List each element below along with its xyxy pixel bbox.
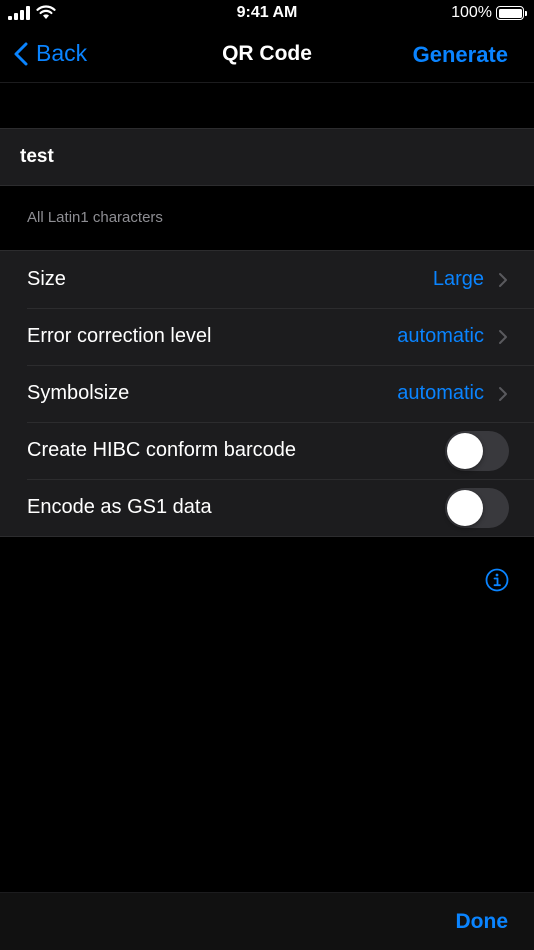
gs1-toggle[interactable]	[445, 487, 509, 528]
size-label: Size	[27, 268, 66, 290]
symbolsize-row[interactable]: Symbolsize automatic	[0, 365, 534, 422]
gs1-label: Encode as GS1 data	[27, 496, 212, 518]
bottom-toolbar: Done	[0, 892, 534, 950]
chevron-right-icon	[499, 329, 507, 344]
nav-bar: Back QR Code Generate	[0, 28, 534, 83]
battery-percent: 100%	[451, 4, 492, 21]
size-value: Large	[432, 268, 484, 290]
section-footer-note: All Latin1 characters	[27, 209, 163, 226]
done-button[interactable]: Done	[456, 910, 509, 934]
content-input-row	[0, 128, 534, 186]
content-input[interactable]	[20, 129, 510, 185]
error-correction-row[interactable]: Error correction level automatic	[0, 308, 534, 365]
chevron-right-icon	[499, 272, 507, 287]
error-correction-label: Error correction level	[27, 325, 212, 347]
hibc-label: Create HIBC conform barcode	[27, 439, 297, 461]
toggle-knob	[447, 489, 483, 526]
status-bar: 9:41 AM 100%	[0, 0, 534, 28]
status-right: 100%	[451, 4, 527, 22]
gs1-row: Encode as GS1 data	[0, 479, 534, 536]
error-correction-value: automatic	[397, 325, 484, 347]
battery-icon	[496, 6, 527, 20]
symbolsize-label: Symbolsize	[27, 382, 130, 404]
hibc-toggle[interactable]	[445, 430, 509, 471]
settings-list: Size Large Error correction level automa…	[0, 250, 534, 537]
info-icon[interactable]	[485, 568, 509, 592]
symbolsize-value: automatic	[397, 382, 484, 404]
generate-button[interactable]: Generate	[413, 42, 508, 68]
toggle-knob	[447, 432, 483, 469]
hibc-row: Create HIBC conform barcode	[0, 422, 534, 479]
size-row[interactable]: Size Large	[0, 251, 534, 308]
chevron-right-icon	[499, 386, 507, 401]
